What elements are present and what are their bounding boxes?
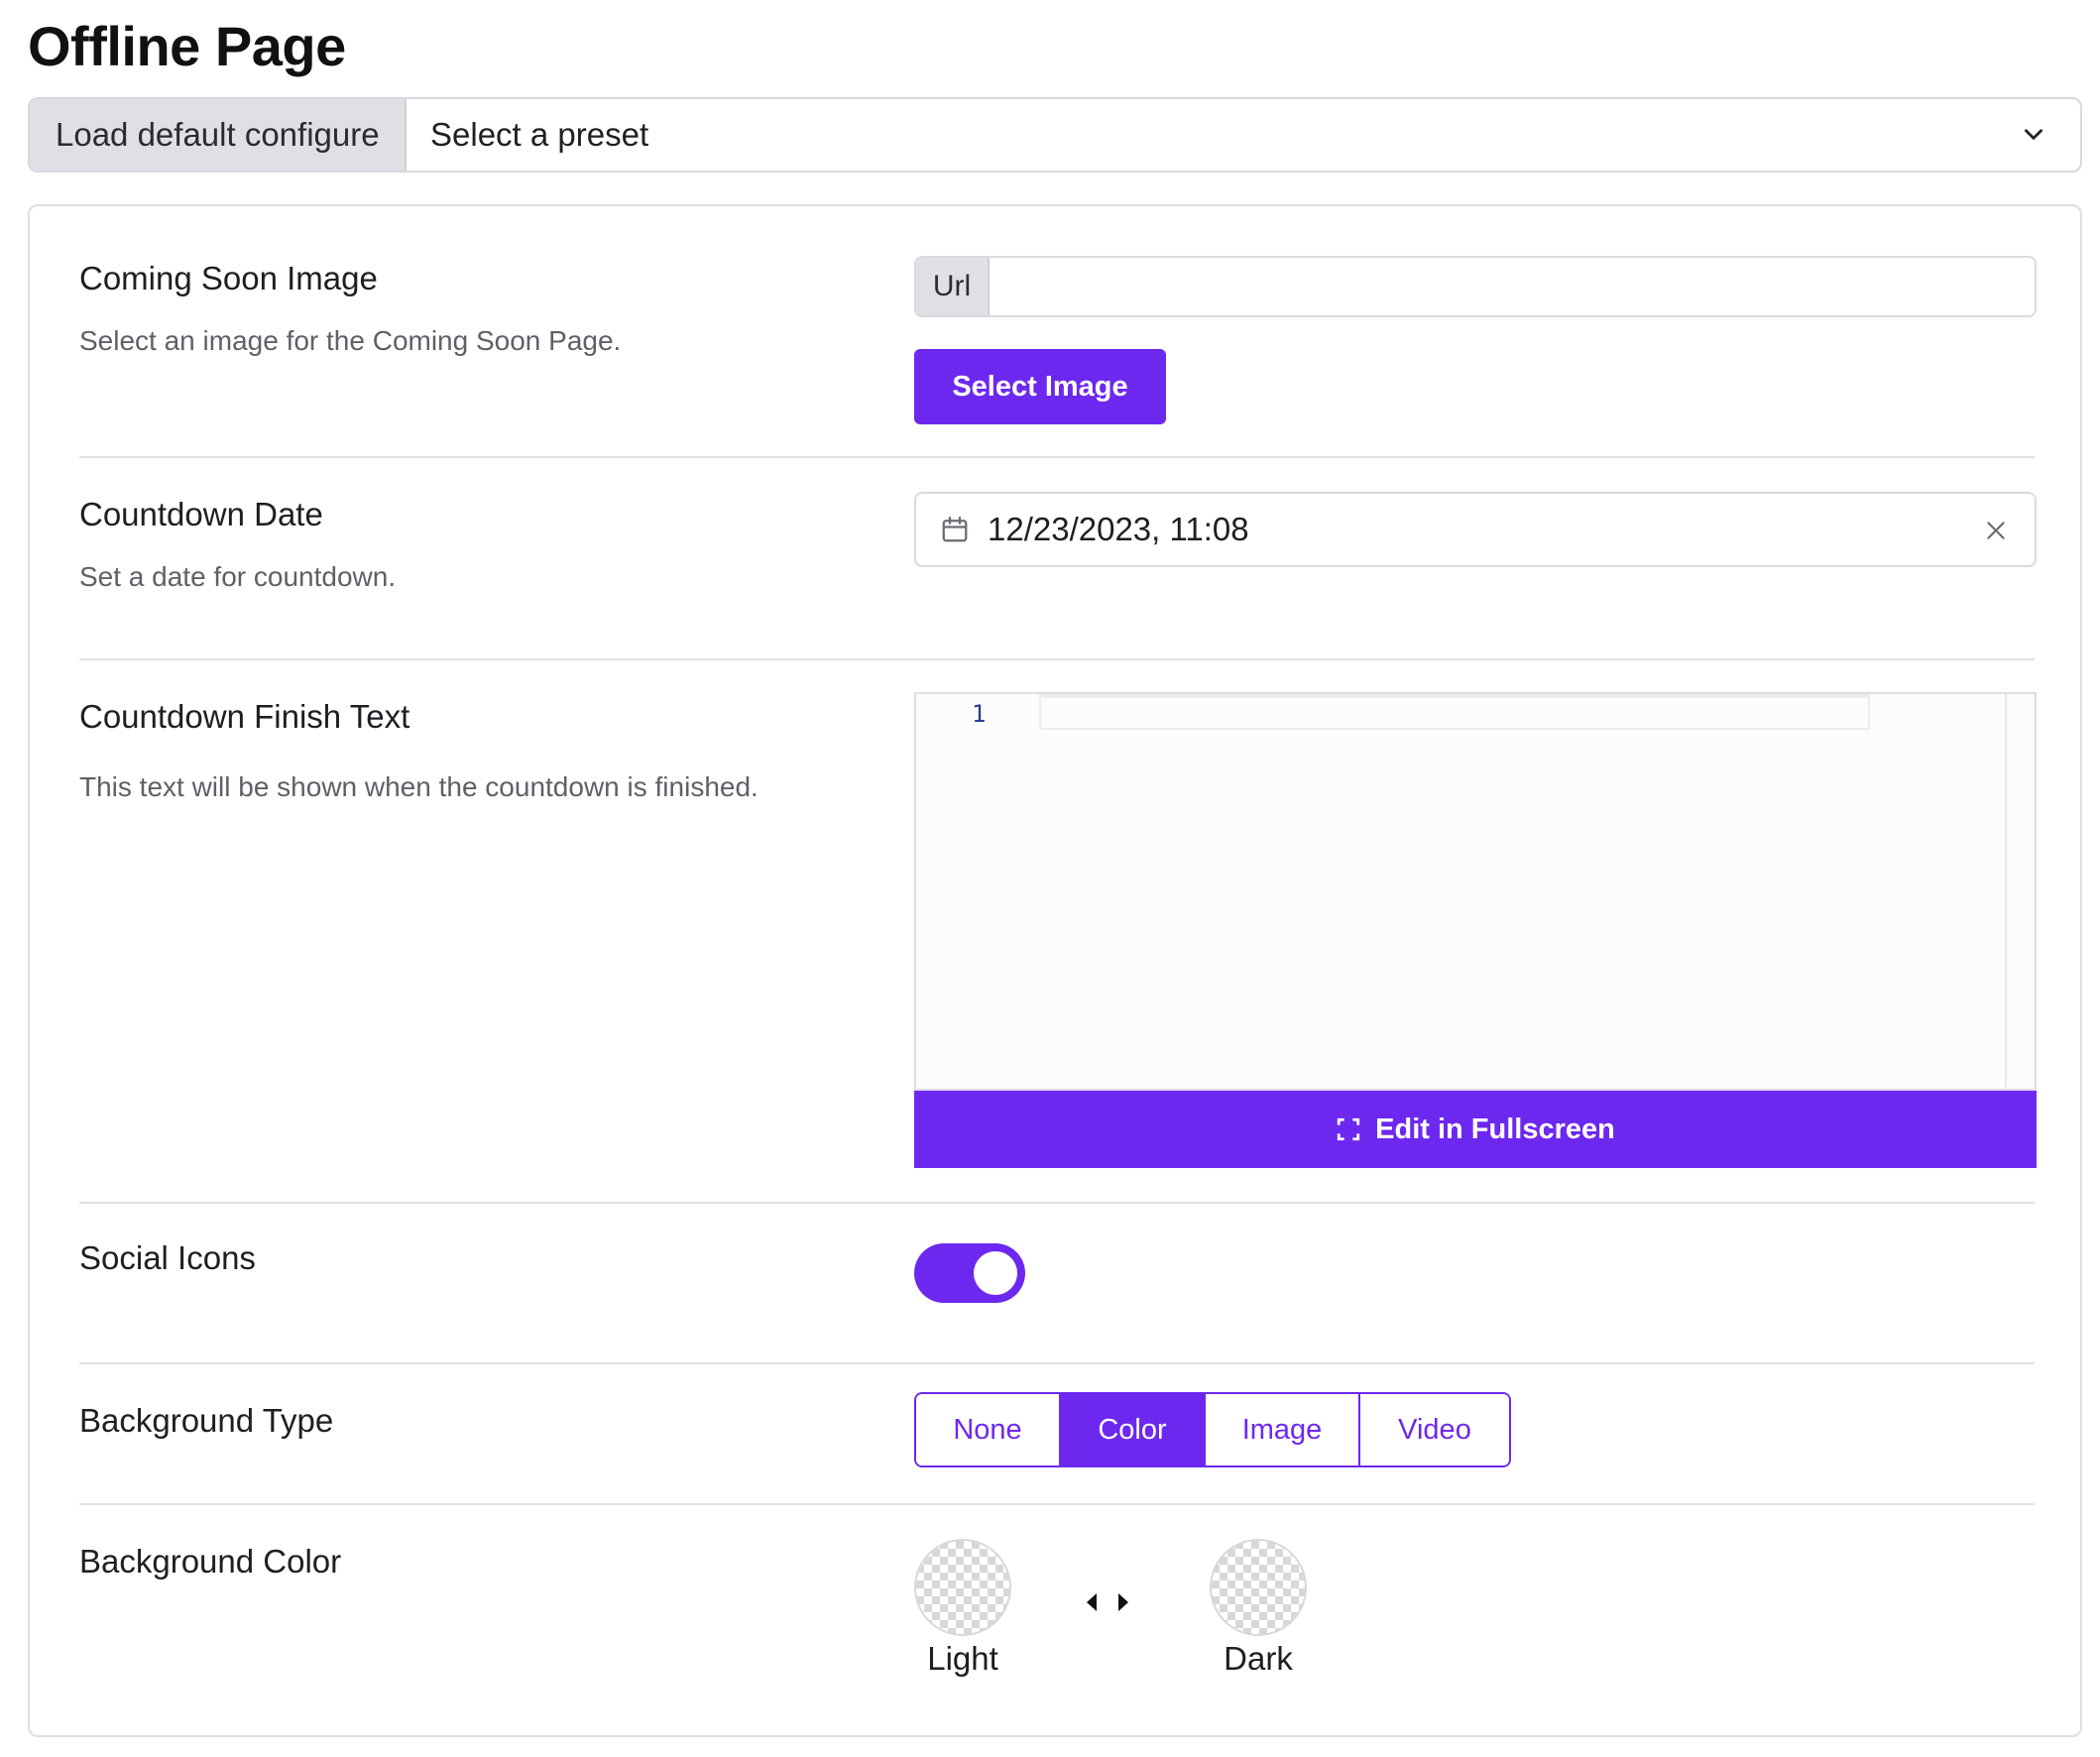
background-type-image[interactable]: Image [1206,1394,1360,1465]
select-image-button[interactable]: Select Image [914,349,1166,424]
code-editor[interactable]: 1 [914,692,2037,1091]
countdown-date-field[interactable]: 12/23/2023, 11:08 [914,492,2037,567]
dark-label: Dark [1224,1640,1293,1677]
toggle-knob [974,1251,1017,1295]
load-default-configure-button[interactable]: Load default configure [30,99,407,171]
countdown-finish-text-control: 1 Edit in Fullscreen [914,692,2037,1168]
edit-in-fullscreen-button[interactable]: Edit in Fullscreen [914,1091,2037,1168]
light-label: Light [927,1640,998,1677]
countdown-date-control: 12/23/2023, 11:08 [914,492,2037,567]
background-type-video[interactable]: Video [1360,1394,1509,1465]
preset-select[interactable]: Select a preset [407,99,2080,171]
divider [79,456,2035,458]
line-number: 1 [972,700,987,728]
light-color-swatch[interactable] [914,1539,1011,1636]
divider [79,658,2035,660]
social-icons-row: Social Icons [79,1239,2035,1277]
preset-select-placeholder: Select a preset [430,116,649,153]
background-type-none[interactable]: None [916,1394,1061,1465]
swap-colors-control[interactable] [1085,1592,1130,1612]
countdown-date-value: 12/23/2023, 11:08 [988,511,1249,547]
arrow-left-icon [1087,1593,1097,1611]
background-color-light: Light [914,1539,1011,1678]
chevron-down-icon [2025,129,2042,140]
social-icons-title: Social Icons [79,1239,256,1276]
dark-color-swatch[interactable] [1210,1539,1307,1636]
url-input[interactable] [990,258,2035,315]
arrow-right-icon [1118,1593,1128,1611]
preset-bar: Load default configure Select a preset [28,97,2082,173]
social-icons-control [914,1243,1025,1303]
calendar-icon [942,517,968,542]
divider [79,1362,2035,1364]
social-icons-toggle[interactable] [914,1243,1025,1303]
edit-in-fullscreen-label: Edit in Fullscreen [1375,1113,1615,1145]
settings-card: Coming Soon Image Select an image for th… [28,204,2082,1737]
background-color-row: Background Color [79,1543,2035,1581]
close-icon[interactable] [1983,518,2009,543]
coming-soon-image-control: Url Select Image [914,256,2037,424]
background-color-dark: Dark [1210,1539,1307,1678]
divider [79,1202,2035,1204]
fullscreen-icon [1337,1117,1360,1141]
url-input-group: Url [914,256,2037,317]
background-type-segmented: None Color Image Video [914,1392,1511,1467]
background-type-color[interactable]: Color [1061,1394,1206,1465]
editor-active-line[interactable] [1039,694,1870,730]
background-type-control: None Color Image Video [914,1392,1511,1467]
divider [79,1503,2035,1505]
background-color-title: Background Color [79,1543,342,1580]
url-addon: Url [916,258,990,315]
editor-scrollbar[interactable] [2005,694,2035,1089]
page-title: Offline Page [28,15,346,77]
